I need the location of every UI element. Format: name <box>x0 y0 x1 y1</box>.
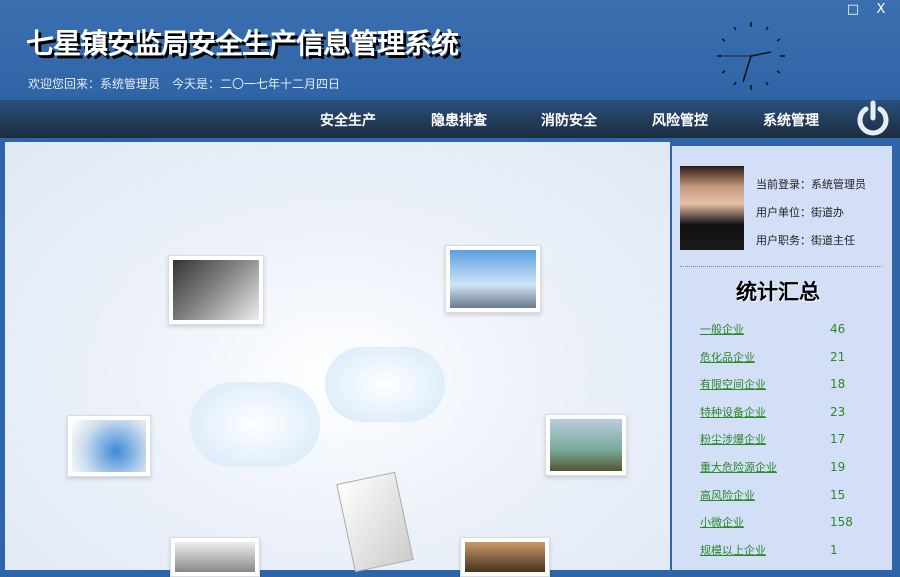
close-button[interactable]: X <box>870 2 892 18</box>
header: 七星镇安监局安全生产信息管理系统 欢迎您回来：系统管理员 今天是：二〇一七年十二… <box>0 0 900 100</box>
stat-value: 17 <box>830 432 846 446</box>
user-avatar <box>680 166 744 250</box>
photo-globe[interactable] <box>67 415 151 477</box>
stat-label[interactable]: 有限空间企业 <box>700 378 766 391</box>
cloud-files-icon <box>190 382 320 467</box>
stat-label[interactable]: 危化品企业 <box>700 351 755 364</box>
stat-label[interactable]: 规模以上企业 <box>700 544 766 557</box>
cloud-database-icon <box>325 347 445 422</box>
stat-label[interactable]: 特种设备企业 <box>700 406 766 419</box>
clock-icon <box>717 22 785 90</box>
stat-value: 23 <box>830 405 846 419</box>
stats-title: 统计汇总 <box>736 280 820 304</box>
stat-value: 21 <box>830 350 846 364</box>
stat-value: 158 <box>830 515 853 529</box>
photo-office[interactable] <box>170 537 260 577</box>
stat-row[interactable]: 一般企业 46 <box>700 318 870 338</box>
stat-label[interactable]: 重大危险源企业 <box>700 461 777 474</box>
stat-row[interactable]: 高风险企业 15 <box>700 484 870 504</box>
photo-people[interactable] <box>460 537 550 577</box>
stat-value: 1 <box>830 543 838 557</box>
stat-value: 19 <box>830 460 846 474</box>
divider <box>680 266 882 267</box>
stat-label[interactable]: 一般企业 <box>700 323 744 336</box>
stat-label[interactable]: 粉尘涉爆企业 <box>700 433 766 446</box>
stat-row[interactable]: 小微企业 158 <box>700 511 870 531</box>
nav-hazard-check[interactable]: 隐患排查 <box>431 110 487 130</box>
photo-mailbox[interactable] <box>545 414 627 476</box>
welcome-text: 欢迎您回来：系统管理员 <box>28 77 161 91</box>
power-icon[interactable] <box>855 100 891 136</box>
stat-row[interactable]: 危化品企业 21 <box>700 346 870 366</box>
stat-row[interactable]: 有限空间企业 18 <box>700 373 870 393</box>
app-title: 七星镇安监局安全生产信息管理系统 <box>26 27 459 60</box>
current-login: 当前登录：系统管理员 <box>756 178 866 191</box>
user-sidebar: 当前登录：系统管理员 用户单位：街道办 用户职务：街道主任 统计汇总 一般企业 4… <box>672 146 892 570</box>
report-chart-icon <box>336 471 414 573</box>
stat-label[interactable]: 高风险企业 <box>700 489 755 502</box>
stat-row[interactable]: 重大危险源企业 19 <box>700 456 870 476</box>
nav-fire-safety[interactable]: 消防安全 <box>541 110 597 130</box>
user-unit: 用户单位：街道办 <box>756 206 844 219</box>
stat-value: 18 <box>830 377 846 391</box>
maximize-button[interactable]: □ <box>842 2 864 18</box>
photo-laptop[interactable] <box>168 255 264 325</box>
nav-safety-production[interactable]: 安全生产 <box>320 110 376 130</box>
main-illustration <box>5 142 670 577</box>
nav-system-management[interactable]: 系统管理 <box>763 110 819 130</box>
photo-businessman[interactable] <box>445 245 541 313</box>
date-text: 今天是：二〇一七年十二月四日 <box>172 77 341 91</box>
stat-row[interactable]: 粉尘涉爆企业 17 <box>700 428 870 448</box>
user-position: 用户职务：街道主任 <box>756 234 855 247</box>
stat-value: 46 <box>830 322 846 336</box>
stat-row[interactable]: 规模以上企业 1 <box>700 539 870 559</box>
stat-value: 15 <box>830 488 846 502</box>
nav-risk-control[interactable]: 风险管控 <box>652 110 708 130</box>
stat-row[interactable]: 特种设备企业 23 <box>700 401 870 421</box>
stat-label[interactable]: 小微企业 <box>700 516 744 529</box>
main-nav: 安全生产 隐患排查 消防安全 风险管控 系统管理 <box>0 100 900 138</box>
